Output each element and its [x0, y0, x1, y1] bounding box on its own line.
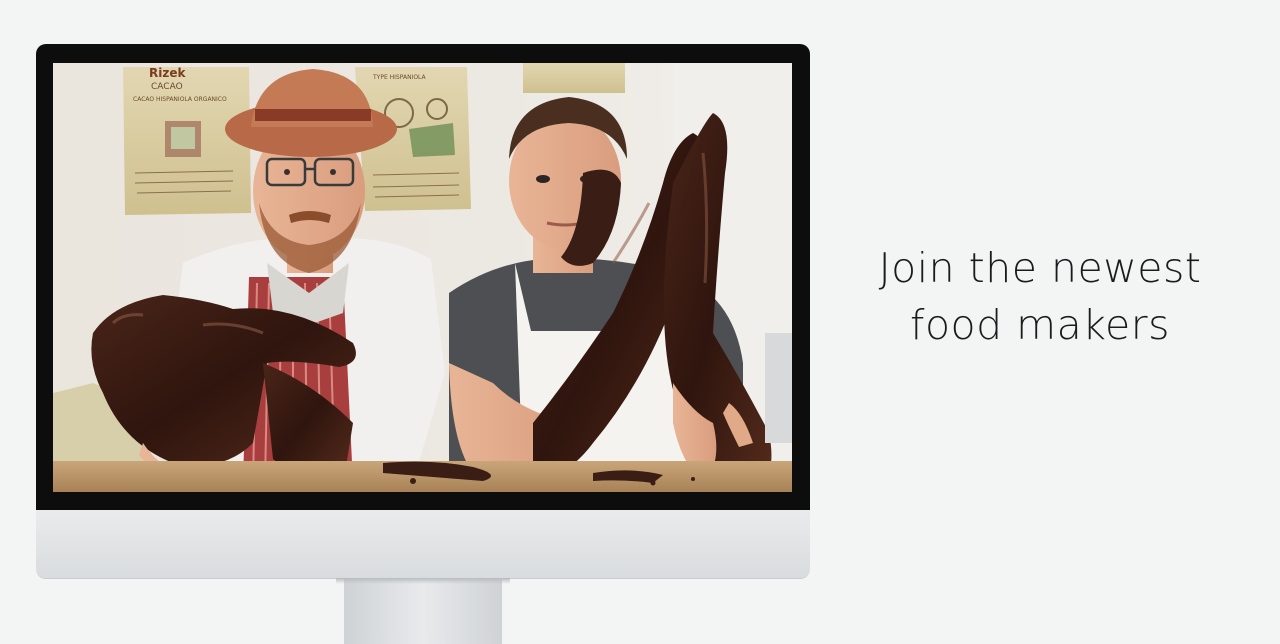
monitor-stand — [344, 578, 502, 644]
monitor-stand-shadow — [336, 578, 510, 584]
svg-text:CACAO HISPANIOLA ORGANICO: CACAO HISPANIOLA ORGANICO — [133, 96, 227, 103]
work-table — [53, 461, 792, 492]
cacao-sack-left: Rizek CACAO CACAO HISPANIOLA ORGANICO — [123, 66, 251, 215]
hero-photo: Rizek CACAO CACAO HISPANIOLA ORGANICO TY… — [53, 63, 792, 492]
hero-headline-line-2: food makers — [910, 301, 1170, 349]
page: Rizek CACAO CACAO HISPANIOLA ORGANICO TY… — [0, 0, 1280, 644]
monitor-screen: Rizek CACAO CACAO HISPANIOLA ORGANICO TY… — [53, 63, 792, 492]
monitor-chin — [36, 510, 810, 578]
hero-headline-line-1: Join the newest — [878, 244, 1202, 292]
svg-text:CACAO: CACAO — [151, 82, 183, 92]
monitor-bezel: Rizek CACAO CACAO HISPANIOLA ORGANICO TY… — [36, 44, 810, 510]
monitor-illustration: Rizek CACAO CACAO HISPANIOLA ORGANICO TY… — [36, 44, 810, 644]
svg-text:Rizek: Rizek — [149, 66, 186, 80]
hero-headline: Join the newest food makers — [840, 240, 1240, 354]
svg-text:TYPE HISPANIOLA: TYPE HISPANIOLA — [372, 74, 427, 81]
